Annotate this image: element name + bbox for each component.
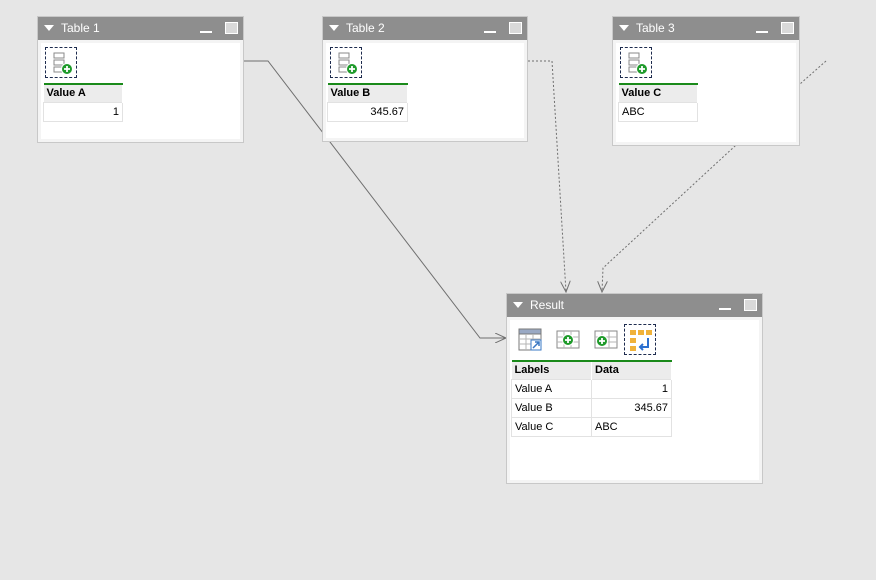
table-row[interactable]: Value C ABC bbox=[511, 416, 672, 437]
table3-titlebar[interactable]: Table 3 bbox=[613, 17, 799, 40]
row-data[interactable]: 345.67 bbox=[591, 397, 672, 418]
maximize-icon[interactable] bbox=[781, 22, 794, 34]
minimize-icon[interactable] bbox=[199, 23, 213, 35]
result-grid: Labels Data Value A 1 Value B 345.67 Val… bbox=[511, 360, 672, 437]
connector-table2-result bbox=[528, 60, 566, 292]
result-content: Labels Data Value A 1 Value B 345.67 Val… bbox=[510, 320, 759, 480]
table-cell[interactable]: 345.67 bbox=[327, 101, 408, 122]
table1-title: Table 1 bbox=[61, 21, 100, 35]
add-row-icon[interactable] bbox=[330, 47, 362, 78]
table-row[interactable]: Value B 345.67 bbox=[511, 397, 672, 418]
row-data[interactable]: 1 bbox=[591, 378, 672, 399]
column-header[interactable]: Value C bbox=[618, 83, 698, 102]
row-label[interactable]: Value A bbox=[511, 378, 592, 399]
table1-window[interactable]: Table 1 Value A 1 bbox=[37, 16, 244, 143]
table3-title: Table 3 bbox=[636, 21, 675, 35]
table-cell[interactable]: 1 bbox=[43, 101, 123, 122]
triangle-down-icon[interactable] bbox=[513, 302, 523, 308]
column-header-labels[interactable]: Labels bbox=[511, 360, 592, 379]
column-header[interactable]: Value A bbox=[43, 83, 123, 102]
table3-grid: Value C ABC bbox=[618, 83, 698, 122]
result-titlebar[interactable]: Result bbox=[507, 294, 762, 317]
add-row-icon[interactable] bbox=[620, 47, 652, 78]
column-header[interactable]: Value B bbox=[327, 83, 408, 102]
triangle-down-icon[interactable] bbox=[44, 25, 54, 31]
minimize-icon[interactable] bbox=[718, 300, 732, 312]
column-header-data[interactable]: Data bbox=[591, 360, 672, 379]
maximize-icon[interactable] bbox=[509, 22, 522, 34]
row-label[interactable]: Value C bbox=[511, 416, 592, 437]
table2-content: Value B 345.67 bbox=[326, 43, 524, 138]
triangle-down-icon[interactable] bbox=[619, 25, 629, 31]
result-title: Result bbox=[530, 298, 565, 312]
table-row[interactable]: Value A 1 bbox=[511, 378, 672, 399]
add-column-icon[interactable] bbox=[552, 324, 584, 355]
table3-window[interactable]: Table 3 Value C ABC bbox=[612, 16, 800, 146]
maximize-icon[interactable] bbox=[225, 22, 238, 34]
table1-titlebar[interactable]: Table 1 bbox=[38, 17, 243, 40]
minimize-icon[interactable] bbox=[483, 23, 497, 35]
add-table-icon[interactable] bbox=[590, 324, 622, 355]
minimize-icon[interactable] bbox=[755, 23, 769, 35]
row-label[interactable]: Value B bbox=[511, 397, 592, 418]
table-cell[interactable]: ABC bbox=[618, 101, 698, 122]
transpose-icon[interactable] bbox=[624, 324, 656, 355]
table2-titlebar[interactable]: Table 2 bbox=[323, 17, 527, 40]
table2-window[interactable]: Table 2 Value B 345.67 bbox=[322, 16, 528, 142]
add-row-icon[interactable] bbox=[45, 47, 77, 78]
table2-grid: Value B 345.67 bbox=[327, 83, 408, 122]
table1-content: Value A 1 bbox=[41, 43, 240, 139]
table2-title: Table 2 bbox=[346, 21, 385, 35]
table3-content: Value C ABC bbox=[616, 43, 796, 142]
result-window[interactable]: Result Labels Data Value A 1 Value B 345… bbox=[506, 293, 763, 484]
table-export-icon[interactable] bbox=[514, 324, 546, 355]
table1-grid: Value A 1 bbox=[43, 83, 123, 122]
row-data[interactable]: ABC bbox=[591, 416, 672, 437]
triangle-down-icon[interactable] bbox=[329, 25, 339, 31]
maximize-icon[interactable] bbox=[744, 299, 757, 311]
